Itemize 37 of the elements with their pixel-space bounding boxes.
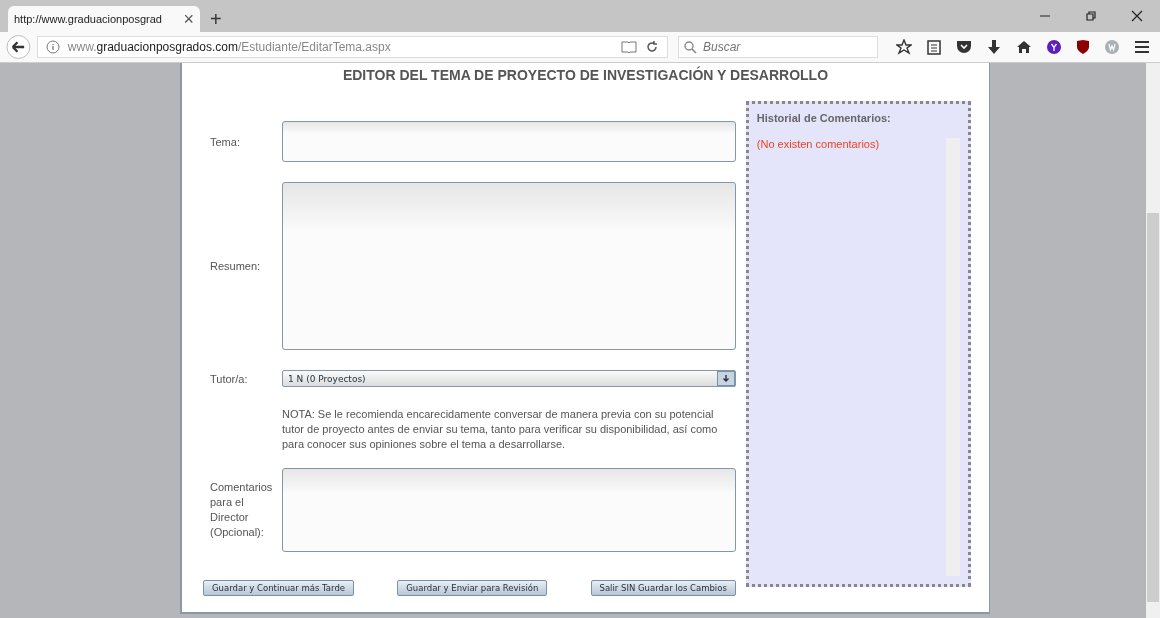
reader-view-icon[interactable]: [621, 40, 637, 54]
page-title: EDITOR DEL TEMA DE PROYECTO DE INVESTIGACIÓN Y DESARROLLO: [341, 67, 830, 85]
search-icon: [684, 41, 697, 54]
field-label: Resumen:: [209, 260, 262, 272]
input-field[interactable]: [282, 121, 736, 162]
info-icon[interactable]: [45, 40, 60, 54]
back-icon[interactable]: [6, 34, 31, 60]
field-label: Comentarios para el Director (Opcional):: [209, 480, 274, 540]
page-scrollbar[interactable]: [1146, 63, 1160, 618]
letter-y-icon[interactable]: [1047, 40, 1061, 54]
download-icon[interactable]: [987, 39, 1001, 55]
address-bar[interactable]: www.graduacionposgrados.com/Estudiante/EditarTema.aspx: [36, 36, 668, 58]
clipboard-icon[interactable]: [927, 39, 941, 55]
menu-icon[interactable]: [1134, 40, 1150, 54]
form-button[interactable]: Guardar y Continuar más Tarde: [203, 580, 355, 596]
text-area[interactable]: [282, 468, 736, 552]
tab-title: http://www.graduacionposgrad: [14, 13, 163, 25]
shield-icon[interactable]: [1076, 39, 1090, 55]
restore-icon[interactable]: [1085, 10, 1097, 22]
form-button[interactable]: Guardar y Enviar para Revisión: [397, 580, 548, 596]
search-field[interactable]: Buscar: [678, 36, 878, 58]
history-title: Historial de Comentarios:: [756, 112, 892, 124]
dropdown[interactable]: 1 N (0 Proyectos): [282, 370, 736, 387]
empty-message: (No existen comentarios): [756, 138, 881, 152]
star-icon[interactable]: [896, 39, 912, 55]
close-icon[interactable]: [1131, 10, 1143, 22]
home-icon[interactable]: [1016, 40, 1032, 54]
new-tab-button[interactable]: +: [210, 9, 222, 29]
close-tab-button[interactable]: ×: [183, 10, 194, 28]
field-label: Tutor/a:: [209, 372, 249, 385]
form-button[interactable]: Salir SIN Guardar los Cambios: [590, 580, 736, 596]
url-text: www.graduacionposgrados.com/Estudiante/EditarTema.aspx: [67, 40, 392, 54]
field-label: Tema:: [209, 135, 241, 148]
browser-tab[interactable]: http://www.graduacionposgrad ×: [8, 6, 200, 32]
pocket-icon[interactable]: [956, 40, 972, 54]
note-text: NOTA: Se le recomienda encarecidamente conversar de manera previa con su potencial tutor de proyecto antes de enviar su tema, tanto para verificar su disponibilidad, así como para conocer sus opiniones sobre el tema a desarrollarse.: [282, 407, 719, 452]
reload-icon[interactable]: [645, 40, 659, 54]
